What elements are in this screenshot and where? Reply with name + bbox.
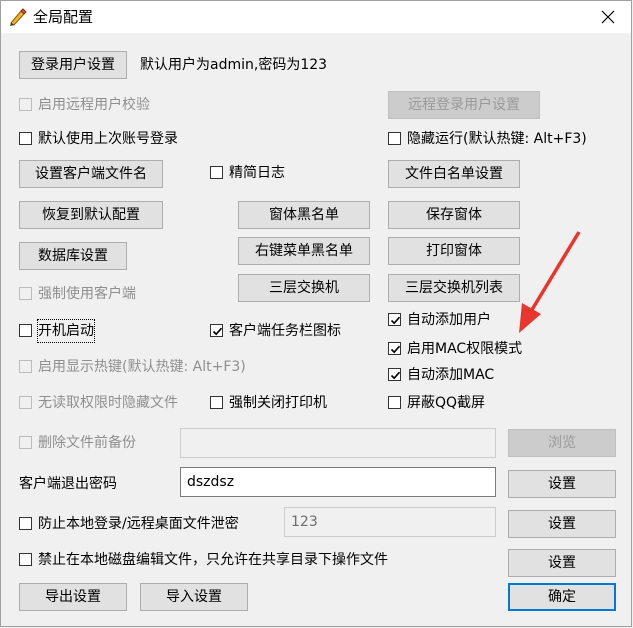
checkbox-box xyxy=(19,287,32,300)
print-window-button[interactable]: 打印窗体 xyxy=(388,237,520,265)
default-user-info: 默认用户为admin,密码为123 xyxy=(140,57,328,73)
export-settings-button[interactable]: 导出设置 xyxy=(19,583,127,611)
checkmark-icon xyxy=(212,327,223,336)
checkbox-label: 自动添加用户 xyxy=(407,312,491,328)
checkbox-label: 启用MAC权限模式 xyxy=(407,341,523,357)
checkbox-box xyxy=(388,368,401,381)
checkbox-box xyxy=(388,342,401,355)
set-exit-password-button[interactable]: 设置 xyxy=(508,470,616,498)
checkbox-box xyxy=(210,396,223,409)
window-blacklist-button[interactable]: 窗体黑名单 xyxy=(238,201,370,229)
checkbox-label: 删除文件前备份 xyxy=(38,435,136,451)
l3-switch-list-button[interactable]: 三层交换机列表 xyxy=(388,274,520,302)
checkbox-box xyxy=(19,360,32,373)
client-exit-password-label: 客户端退出密码 xyxy=(19,476,117,492)
checkbox-box xyxy=(19,396,32,409)
checkbox-box xyxy=(19,324,32,337)
set-prevent-leak-button[interactable]: 设置 xyxy=(508,510,616,538)
right-menu-blacklist-button[interactable]: 右键菜单黑名单 xyxy=(238,237,370,265)
checkbox-box xyxy=(210,324,223,337)
app-icon xyxy=(9,8,27,26)
l3-switch-button[interactable]: 三层交换机 xyxy=(238,274,370,302)
title-bar: 全局配置 xyxy=(1,1,631,33)
checkbox-label: 精简日志 xyxy=(229,165,285,181)
window-title: 全局配置 xyxy=(33,8,94,26)
checkbox-box xyxy=(19,517,32,530)
checkbox-label: 开机启动 xyxy=(37,319,95,343)
checkbox-label: 强制关闭打印机 xyxy=(229,395,327,411)
checkbox-box xyxy=(388,313,401,326)
checkbox-box xyxy=(210,166,223,179)
set-disk-edit-button[interactable]: 设置 xyxy=(508,549,616,577)
import-settings-button[interactable]: 导入设置 xyxy=(140,583,248,611)
checkmark-icon xyxy=(390,345,401,354)
checkbox-label: 启用显示热键(默认热键: Alt+F3) xyxy=(38,359,246,375)
red-arrow-annotation xyxy=(519,231,581,333)
close-icon xyxy=(601,10,615,24)
file-whitelist-settings-button[interactable]: 文件白名单设置 xyxy=(388,160,520,188)
save-window-button[interactable]: 保存窗体 xyxy=(388,201,520,229)
checkmark-icon xyxy=(390,371,401,380)
checkbox-label: 禁止在本地磁盘编辑文件，只允许在共享目录下操作文件 xyxy=(38,552,388,568)
remote-login-user-settings-button[interactable]: 远程登录用户设置 xyxy=(388,91,540,119)
checkbox-box xyxy=(19,553,32,566)
checkbox-label: 屏蔽QQ截屏 xyxy=(407,395,486,411)
set-client-filename-button[interactable]: 设置客户端文件名 xyxy=(19,160,163,188)
checkbox-box xyxy=(19,132,32,145)
checkbox-box xyxy=(19,436,32,449)
checkbox-label: 默认使用上次账号登录 xyxy=(38,131,178,147)
login-user-settings-button[interactable]: 登录用户设置 xyxy=(19,51,127,79)
close-button[interactable] xyxy=(585,1,631,33)
checkmark-icon xyxy=(390,316,401,325)
checkbox-label: 客户端任务栏图标 xyxy=(229,323,341,339)
checkbox-box xyxy=(388,396,401,409)
checkbox-label: 无读取权限时隐藏文件 xyxy=(38,395,178,411)
backup-path-input[interactable] xyxy=(180,428,496,458)
checkbox-label: 强制使用客户端 xyxy=(38,286,136,302)
ok-button[interactable]: 确定 xyxy=(508,583,616,611)
checkbox-label: 启用远程用户校验 xyxy=(38,97,150,113)
checkbox-label: 隐藏运行(默认热键: Alt+F3) xyxy=(407,131,587,147)
checkbox-box xyxy=(19,98,32,111)
global-config-window: 全局配置 登录用户设置 默认用户为admin,密码为123 启用远程用户校验 远… xyxy=(0,0,632,627)
browse-button[interactable]: 浏览 xyxy=(508,429,616,457)
prevent-leak-input[interactable]: 123 xyxy=(284,507,496,537)
checkbox-label: 自动添加MAC xyxy=(407,367,495,383)
checkbox-label: 防止本地登录/远程桌面文件泄密 xyxy=(38,516,239,532)
exit-password-input[interactable]: dszdsz xyxy=(180,467,496,497)
checkbox-box xyxy=(388,132,401,145)
database-settings-button[interactable]: 数据库设置 xyxy=(19,242,127,270)
restore-defaults-button[interactable]: 恢复到默认配置 xyxy=(19,201,163,229)
